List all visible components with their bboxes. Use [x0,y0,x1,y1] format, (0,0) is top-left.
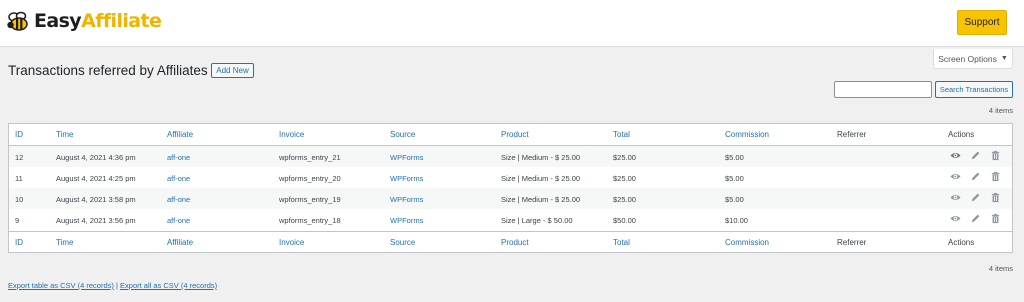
row-actions [950,213,1001,224]
cell-product: Size | Large - $ 50.00 [501,216,573,225]
cell-id: 9 [15,216,20,225]
column-header-product[interactable]: Product [501,130,529,139]
cell-id: 10 [15,195,24,204]
cell-affiliate-link[interactable]: aff-one [167,216,190,225]
column-header-source[interactable]: Source [390,130,415,139]
add-new-button[interactable]: Add New [211,63,254,78]
column-footer-total[interactable]: Total [613,238,630,247]
column-header-id[interactable]: ID [15,130,23,139]
cell-source-link[interactable]: WPForms [390,174,423,183]
table-row: 9 August 4, 2021 3:56 pm aff-one wpforms… [9,209,1012,230]
trash-icon[interactable] [990,213,1001,224]
cell-affiliate-link[interactable]: aff-one [167,174,190,183]
column-footer-id[interactable]: ID [15,238,23,247]
cell-affiliate-link[interactable]: aff-one [167,153,190,162]
cell-total: $25.00 [613,153,636,162]
cell-invoice: wpforms_entry_21 [279,153,341,162]
pencil-icon[interactable] [970,171,981,182]
column-footer-source[interactable]: Source [390,238,415,247]
search-input[interactable] [834,81,932,98]
screen-options-label: Screen Options [938,53,997,64]
row-actions [950,192,1001,203]
eye-icon[interactable] [950,150,961,161]
column-header-affiliate[interactable]: Affiliate [167,130,193,139]
column-footer-product[interactable]: Product [501,238,529,247]
cell-source-link[interactable]: WPForms [390,195,423,204]
trash-icon[interactable] [990,150,1001,161]
trash-icon[interactable] [990,192,1001,203]
screen-options-toggle[interactable]: Screen Options ▼ [933,49,1013,69]
column-header-referrer: Referrer [837,130,867,139]
cell-time: August 4, 2021 4:25 pm [56,174,136,183]
caret-down-icon: ▼ [1000,55,1008,62]
column-footer-referrer: Referrer [837,238,867,247]
table-row: 11 August 4, 2021 4:25 pm aff-one wpform… [9,167,1012,188]
cell-commission: $5.00 [725,195,744,204]
cell-invoice: wpforms_entry_20 [279,174,341,183]
cell-total: $50.00 [613,216,636,225]
table-header-row: ID Time Affiliate Invoice Source Product… [9,124,1012,146]
table-row: 12 August 4, 2021 4:36 pm aff-one wpform… [9,146,1012,167]
cell-product: Size | Medium - $ 25.00 [501,153,581,162]
cell-affiliate-link[interactable]: aff-one [167,195,190,204]
export-links: Export table as CSV (4 records) | Export… [8,281,217,290]
column-header-total[interactable]: Total [613,130,630,139]
column-header-time[interactable]: Time [56,130,73,139]
column-header-commission[interactable]: Commission [725,130,769,139]
table-footer-row: ID Time Affiliate Invoice Source Product… [9,231,1012,253]
cell-id: 12 [15,153,24,162]
pencil-icon[interactable] [970,150,981,161]
column-footer-invoice[interactable]: Invoice [279,238,304,247]
pencil-icon[interactable] [970,192,981,203]
items-count-top: 4 items [988,106,1013,115]
cell-commission: $5.00 [725,153,744,162]
cell-source-link[interactable]: WPForms [390,216,423,225]
support-button[interactable]: Support [957,10,1007,35]
cell-total: $25.00 [613,195,636,204]
search-transactions-button[interactable]: Search Transactions [935,81,1013,98]
cell-time: August 4, 2021 3:56 pm [56,216,136,225]
page-title: Transactions referred by Affiliates [8,63,208,78]
items-count-bottom: 4 items [988,264,1013,273]
column-footer-actions: Actions [948,238,975,247]
table-row: 10 August 4, 2021 3:58 pm aff-one wpform… [9,188,1012,209]
column-header-actions: Actions [948,130,975,139]
row-actions [950,150,1001,161]
pencil-icon[interactable] [970,213,981,224]
export-all-csv-link[interactable]: Export all as CSV (4 records) [120,281,217,290]
row-actions [950,171,1001,182]
eye-icon[interactable] [950,192,961,203]
cell-total: $25.00 [613,174,636,183]
column-footer-affiliate[interactable]: Affiliate [167,238,193,247]
cell-product: Size | Medium - $ 25.00 [501,174,581,183]
cell-time: August 4, 2021 3:58 pm [56,195,136,204]
cell-invoice: wpforms_entry_19 [279,195,341,204]
bee-logo-icon [7,11,28,31]
trash-icon[interactable] [990,171,1001,182]
cell-id: 11 [15,174,23,183]
easy-affiliate-logo[interactable]: EasyAffiliate [6,8,162,34]
cell-commission: $5.00 [725,174,744,183]
top-bar: EasyAffiliate Support [0,0,1024,47]
eye-icon[interactable] [950,171,961,182]
transactions-table: ID Time Affiliate Invoice Source Product… [8,123,1013,253]
cell-product: Size | Medium - $ 25.00 [501,195,581,204]
cell-source-link[interactable]: WPForms [390,153,423,162]
cell-invoice: wpforms_entry_18 [279,216,341,225]
eye-icon[interactable] [950,213,961,224]
cell-commission: $10.00 [725,216,748,225]
column-footer-commission[interactable]: Commission [725,238,769,247]
column-header-invoice[interactable]: Invoice [279,130,304,139]
column-footer-time[interactable]: Time [56,238,73,247]
export-table-csv-link[interactable]: Export table as CSV (4 records) [8,281,114,290]
brand-name: EasyAffiliate [34,10,162,32]
cell-time: August 4, 2021 4:36 pm [56,153,136,162]
